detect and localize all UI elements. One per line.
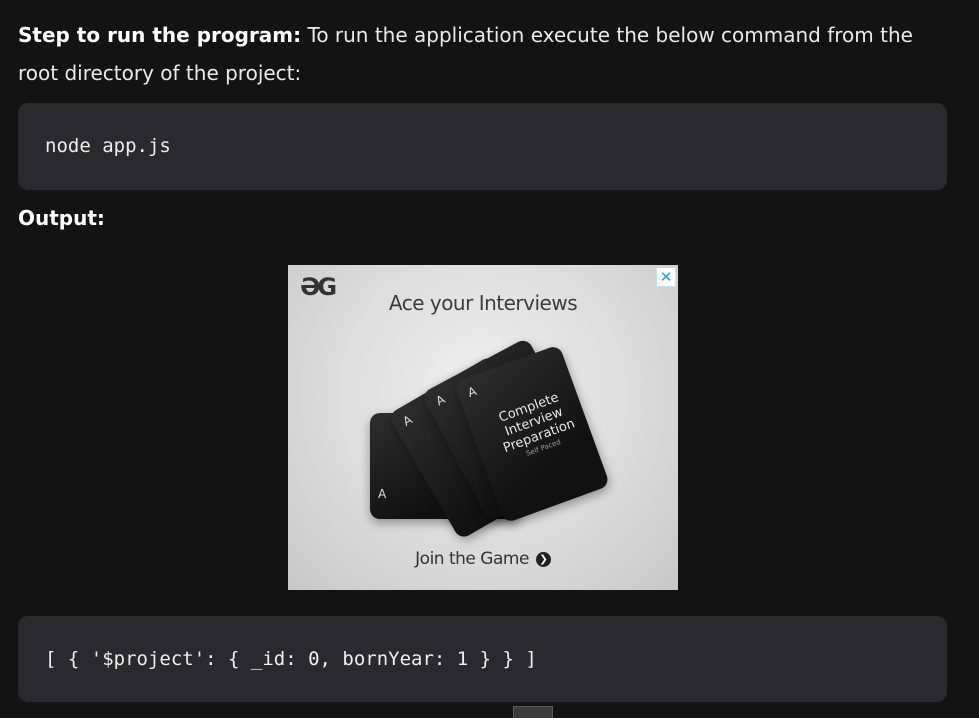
output-code: [ { '$project': { _id: 0, bornYear: 1 } … bbox=[45, 648, 537, 670]
scroll-to-top-button[interactable] bbox=[513, 706, 553, 718]
command-code: node app.js bbox=[45, 135, 171, 157]
card-corner-letter: A bbox=[433, 392, 448, 409]
close-icon[interactable]: ✕ bbox=[656, 267, 676, 287]
command-code-block: node app.js bbox=[18, 103, 947, 190]
output-code-block: [ { '$project': { _id: 0, bornYear: 1 } … bbox=[18, 616, 947, 702]
step-heading: Step to run the program: bbox=[18, 23, 302, 47]
article-page: Step to run the program: To run the appl… bbox=[0, 0, 979, 718]
card-corner-letter: A bbox=[400, 412, 415, 429]
step-instructions: Step to run the program: To run the appl… bbox=[18, 16, 948, 92]
advertisement-banner[interactable]: ƏG ✕ Ace your Interviews A A A A Complet… bbox=[288, 265, 678, 590]
card-text: Complete Interview Preparation Self Pace… bbox=[489, 387, 583, 466]
cta-label: Join the Game bbox=[415, 549, 529, 569]
card-corner-letter: A bbox=[378, 487, 387, 501]
join-game-link[interactable]: Join the Game ❯ bbox=[288, 549, 678, 569]
ad-title: Ace your Interviews bbox=[388, 291, 578, 315]
card-corner-letter: A bbox=[465, 383, 479, 400]
output-heading: Output: bbox=[18, 206, 105, 230]
arrow-right-icon: ❯ bbox=[535, 551, 551, 567]
